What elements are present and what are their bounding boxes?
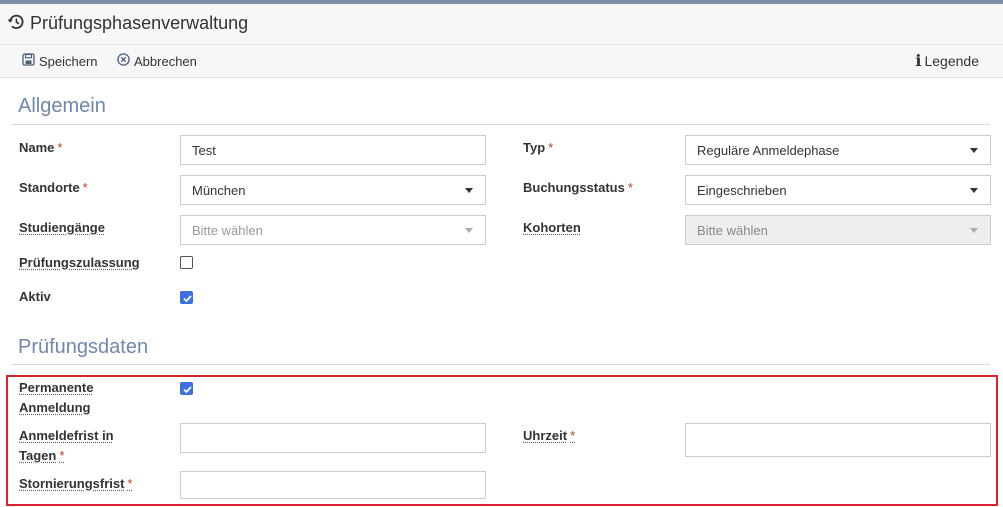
pruefungszulassung-checkbox[interactable] <box>180 256 193 269</box>
info-icon: i <box>915 51 922 70</box>
legend-button[interactable]: i Legende <box>915 51 979 70</box>
required-marker: * <box>57 140 63 155</box>
checkmark-icon <box>183 386 192 394</box>
anmeldefrist-label: Anmeldefrist in Tagen * <box>19 428 114 463</box>
buchungsstatus-label: Buchungsstatus * <box>523 180 633 195</box>
cancel-button-label: Abbrechen <box>134 53 197 69</box>
circle-x-icon <box>117 53 134 69</box>
section-title-exam-dates: Prüfungsdaten <box>18 336 149 358</box>
required-marker: * <box>627 180 633 195</box>
required-marker: * <box>59 448 65 463</box>
permanente-anmeldung-label: Permanente Anmeldung <box>19 380 94 415</box>
toolbar: Speichern Abbrechen i Legende <box>0 44 1003 78</box>
section-divider <box>12 364 990 365</box>
caret-down-icon <box>465 188 473 193</box>
typ-select[interactable]: Reguläre Anmeldephase <box>685 135 991 165</box>
standorte-select-value: München <box>192 183 246 198</box>
aktiv-checkbox[interactable] <box>180 291 193 304</box>
typ-label: Typ * <box>523 140 554 155</box>
name-input-value: Test <box>192 143 216 158</box>
stornierungsfrist-label: Stornierungsfrist * <box>19 476 133 491</box>
history-icon <box>6 12 26 32</box>
cancel-button[interactable]: Abbrechen <box>117 53 197 69</box>
uhrzeit-input[interactable] <box>685 423 991 457</box>
legend-button-label: Legende <box>924 53 979 69</box>
studiengaenge-select[interactable]: Bitte wählen <box>180 215 486 245</box>
kohorten-select: Bitte wählen <box>685 215 991 245</box>
standorte-label: Standorte * <box>19 180 88 195</box>
typ-select-value: Reguläre Anmeldephase <box>697 143 840 158</box>
title-bar: Prüfungsphasenverwaltung <box>0 4 1003 44</box>
aktiv-label: Aktiv <box>19 289 51 304</box>
required-marker: * <box>548 140 554 155</box>
kohorten-placeholder: Bitte wählen <box>697 223 768 238</box>
kohorten-label: Kohorten <box>523 220 581 235</box>
permanente-anmeldung-checkbox[interactable] <box>180 382 193 395</box>
name-input[interactable]: Test <box>180 135 486 165</box>
stornierungsfrist-input[interactable] <box>180 471 486 499</box>
buchungsstatus-select-value: Eingeschrieben <box>697 183 787 198</box>
buchungsstatus-select[interactable]: Eingeschrieben <box>685 175 991 205</box>
section-title-general: Allgemein <box>18 95 106 117</box>
checkmark-icon <box>183 295 192 303</box>
required-marker: * <box>82 180 88 195</box>
page-title: Prüfungsphasenverwaltung <box>30 13 249 33</box>
section-divider <box>12 124 990 125</box>
pruefungszulassung-label: Prüfungszulassung <box>19 255 140 270</box>
save-button-label: Speichern <box>39 53 98 69</box>
name-label: Name * <box>19 140 63 155</box>
caret-down-icon <box>970 188 978 193</box>
caret-down-icon <box>465 228 473 233</box>
floppy-disk-icon <box>22 53 39 69</box>
save-button[interactable]: Speichern <box>22 53 98 69</box>
caret-down-icon <box>970 148 978 153</box>
standorte-select[interactable]: München <box>180 175 486 205</box>
studiengaenge-placeholder: Bitte wählen <box>192 223 263 238</box>
studiengaenge-label: Studiengänge <box>19 220 105 235</box>
required-marker: * <box>127 476 133 491</box>
anmeldefrist-input[interactable] <box>180 423 486 453</box>
required-marker: * <box>570 428 576 443</box>
caret-down-icon <box>970 228 978 233</box>
uhrzeit-label: Uhrzeit * <box>523 428 576 443</box>
